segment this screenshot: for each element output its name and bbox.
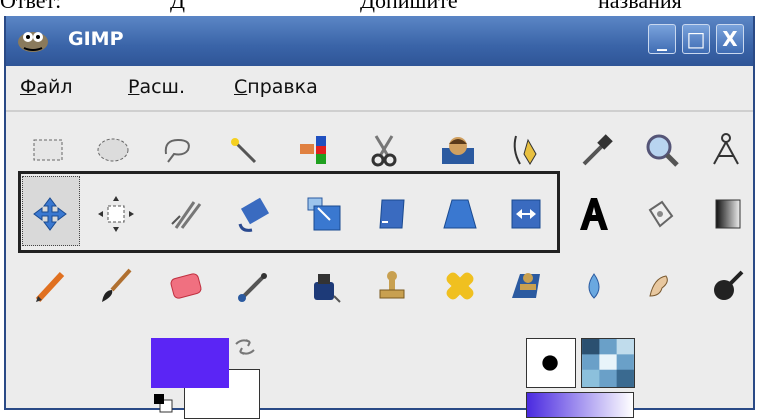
rect-select-icon: [33, 139, 63, 161]
heal-icon: [446, 272, 474, 300]
brush-preview[interactable]: [526, 338, 576, 388]
clone-tool[interactable]: [370, 264, 414, 308]
document-text-fragment: Ответ: Д Допишите названия: [0, 0, 757, 13]
paths-tool[interactable]: [506, 128, 550, 172]
window-title: GIMP: [68, 28, 124, 50]
select-by-color-icon: [300, 136, 326, 164]
color-picker-tool[interactable]: [574, 128, 618, 172]
measure-tool[interactable]: [704, 128, 748, 172]
airbrush-tool[interactable]: [232, 264, 276, 308]
free-select-icon: [164, 138, 190, 163]
blur-icon: [588, 273, 600, 299]
close-button[interactable]: X: [716, 24, 744, 54]
gimp-toolbox-window: GIMP _ □ X Файл Расш. Справка: [4, 16, 755, 419]
pattern-preview[interactable]: [581, 338, 635, 388]
menu-help[interactable]: Справка: [234, 76, 318, 98]
heal-tool[interactable]: [438, 264, 482, 308]
smudge-tool[interactable]: [638, 264, 682, 308]
doc-word-complete: Допишите: [360, 0, 458, 13]
color-picker-icon: [582, 134, 613, 166]
gradient-preview[interactable]: [526, 392, 634, 418]
menu-file[interactable]: Файл: [20, 76, 73, 98]
brush-circle-icon: [542, 355, 558, 371]
text-icon: [580, 198, 608, 230]
menu-help-mnemonic: С: [234, 76, 248, 98]
blend-icon: [715, 199, 741, 229]
free-select-tool[interactable]: [156, 128, 200, 172]
ellipse-select-icon: [97, 138, 129, 162]
paintbrush-tool[interactable]: [94, 264, 138, 308]
menu-separator: [6, 110, 753, 112]
pencil-tool[interactable]: [28, 264, 72, 308]
answer-label: Ответ:: [0, 0, 62, 13]
zoom-tool[interactable]: [640, 128, 684, 172]
select-by-color-tool[interactable]: [292, 128, 336, 172]
fuzzy-select-icon: [231, 138, 257, 164]
gimp-app-icon: [18, 32, 48, 52]
blur-tool[interactable]: [572, 264, 616, 308]
airbrush-icon: [238, 273, 267, 302]
doc-letter: Д: [170, 0, 186, 13]
measure-icon: [713, 133, 739, 165]
fuzzy-select-tool[interactable]: [221, 128, 265, 172]
minimize-button[interactable]: _: [648, 24, 676, 54]
menu-help-label: правка: [247, 76, 318, 98]
perspective-clone-tool[interactable]: [504, 264, 548, 308]
menu-file-mnemonic: Ф: [20, 76, 37, 98]
bucket-fill-tool[interactable]: [638, 192, 682, 236]
foreground-select-icon: [442, 137, 474, 164]
bucket-fill-icon: [648, 200, 674, 228]
foreground-color-swatch[interactable]: [151, 338, 229, 388]
title-bar[interactable]: GIMP _ □ X: [6, 16, 753, 66]
zoom-icon: [646, 134, 679, 167]
smudge-icon: [649, 275, 668, 297]
menu-extensions-label: асш.: [139, 76, 185, 98]
pencil-icon: [35, 271, 65, 303]
highlighted-transform-tools-frame: [18, 171, 560, 253]
menu-extensions-mnemonic: Р: [128, 76, 140, 98]
eraser-icon: [170, 273, 202, 299]
foreground-select-tool[interactable]: [436, 128, 480, 172]
doc-word-names: названия: [598, 0, 682, 13]
dodge-burn-icon: [714, 270, 744, 300]
swap-colors-icon[interactable]: [232, 334, 258, 360]
eraser-tool[interactable]: [164, 264, 208, 308]
scissors-select-tool[interactable]: [362, 128, 406, 172]
menu-file-label: айл: [36, 76, 73, 98]
dodge-burn-tool[interactable]: [706, 264, 750, 308]
rect-select-tool[interactable]: [26, 128, 70, 172]
paintbrush-icon: [102, 268, 132, 302]
menu-bar: Файл Расш. Справка: [6, 66, 753, 110]
perspective-clone-icon: [512, 273, 540, 298]
ellipse-select-tool[interactable]: [91, 128, 135, 172]
default-colors-icon[interactable]: [152, 392, 174, 414]
clone-icon: [379, 271, 405, 299]
maximize-button[interactable]: □: [682, 24, 710, 54]
scissors-select-icon: [371, 135, 397, 167]
ink-tool[interactable]: [302, 264, 346, 308]
pattern-icon: [582, 339, 634, 387]
blend-tool[interactable]: [706, 192, 750, 236]
menu-extensions[interactable]: Расш.: [128, 76, 185, 98]
text-tool[interactable]: [572, 192, 616, 236]
paths-icon: [513, 135, 537, 165]
ink-icon: [314, 274, 341, 303]
